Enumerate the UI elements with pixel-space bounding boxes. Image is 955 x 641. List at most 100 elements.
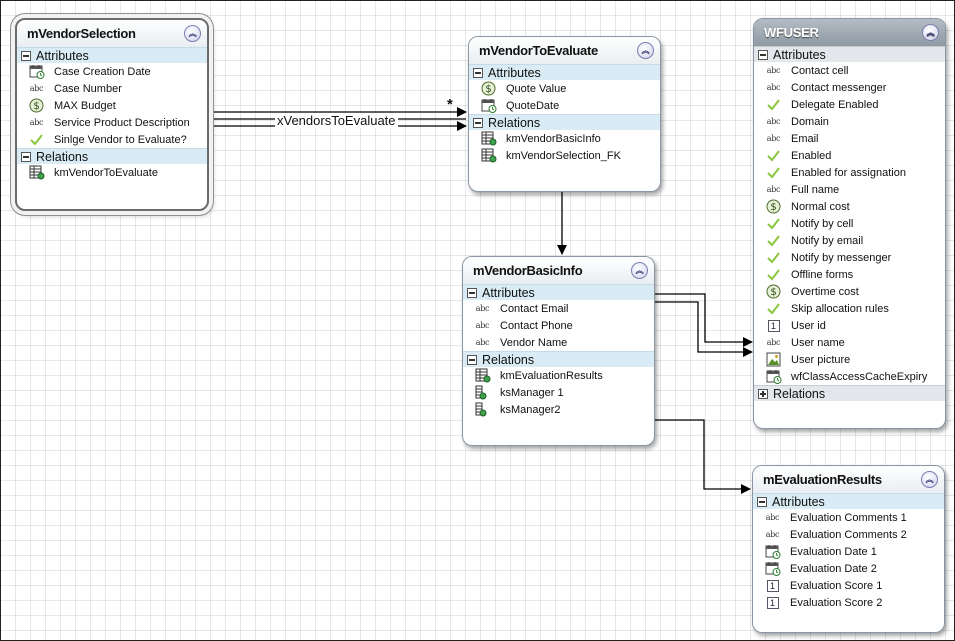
currency-icon: $: [28, 98, 45, 113]
boolean-check-icon: [28, 132, 45, 147]
text-icon: abc: [475, 321, 490, 330]
list-item-label: Quote Value: [506, 82, 567, 95]
list-item-label: wfClassAccessCacheExpiry: [791, 370, 928, 383]
entity-header[interactable]: mVendorToEvaluate ︽: [469, 37, 660, 64]
collapse-minus-icon[interactable]: [467, 354, 477, 365]
list-item[interactable]: abc User name: [754, 334, 945, 351]
section-relations[interactable]: Relations: [754, 385, 945, 401]
list-item[interactable]: Case Creation Date: [17, 63, 207, 80]
currency-icon: $: [480, 81, 497, 96]
list-item[interactable]: kmEvaluationResults: [463, 367, 654, 384]
list-item[interactable]: Notify by email: [754, 232, 945, 249]
collapse-minus-icon[interactable]: [21, 50, 31, 61]
list-item-label: ksManager 1: [500, 386, 564, 399]
list-item[interactable]: ksManager 1: [463, 384, 654, 401]
list-item-label: User name: [791, 336, 845, 349]
collapse-chevron-icon[interactable]: ︽: [637, 42, 654, 59]
list-item[interactable]: Notify by cell: [754, 215, 945, 232]
list-item[interactable]: abc Evaluation Comments 2: [753, 526, 944, 543]
list-item[interactable]: Delegate Enabled: [754, 96, 945, 113]
list-item[interactable]: abc Evaluation Comments 1: [753, 509, 944, 526]
list-item[interactable]: abc Vendor Name: [463, 334, 654, 351]
section-attributes[interactable]: Attributes: [754, 46, 945, 62]
list-item[interactable]: ksManager2: [463, 401, 654, 418]
list-item[interactable]: abc Full name: [754, 181, 945, 198]
connector-basicinfo-manager1: [655, 293, 753, 347]
section-relations[interactable]: Relations: [469, 114, 660, 130]
list-item[interactable]: 1 Evaluation Score 1: [753, 577, 944, 594]
list-item[interactable]: $ MAX Budget: [17, 97, 207, 114]
list-item[interactable]: Offline forms: [754, 266, 945, 283]
list-item[interactable]: 1 User id: [754, 317, 945, 334]
list-item[interactable]: $ Normal cost: [754, 198, 945, 215]
entity-header[interactable]: mEvaluationResults ︽: [753, 466, 944, 493]
entity-title: mVendorSelection: [27, 26, 136, 41]
list-item-label: QuoteDate: [506, 99, 560, 112]
list-item[interactable]: $ Quote Value: [469, 80, 660, 97]
collapse-chevron-icon[interactable]: ︽: [922, 24, 939, 41]
collapse-chevron-icon[interactable]: ︽: [921, 471, 938, 488]
list-item[interactable]: kmVendorSelection_FK: [469, 147, 660, 164]
collapse-minus-icon[interactable]: [21, 151, 31, 162]
collapse-chevron-icon[interactable]: ︽: [184, 25, 201, 42]
list-item[interactable]: kmVendorBasicInfo: [469, 130, 660, 147]
list-item[interactable]: abc Contact Phone: [463, 317, 654, 334]
collapse-minus-icon[interactable]: [758, 49, 768, 60]
list-item[interactable]: abc Email: [754, 130, 945, 147]
list-item-label: Enabled: [791, 149, 832, 162]
list-item-label: Skip allocation rules: [791, 302, 889, 315]
entity-mEvaluationResults[interactable]: mEvaluationResults ︽ Attributes abc Evalu…: [752, 465, 945, 633]
collapse-minus-icon[interactable]: [473, 117, 483, 128]
list-item[interactable]: abc Contact Email: [463, 300, 654, 317]
entity-mVendorToEvaluate[interactable]: mVendorToEvaluate ︽ Attributes $ Quote Va…: [468, 36, 661, 192]
entity-mVendorSelection[interactable]: mVendorSelection ︽ Attributes Case Creat…: [15, 18, 209, 211]
entity-header[interactable]: mVendorSelection ︽: [17, 20, 207, 47]
list-item-label: kmVendorBasicInfo: [506, 132, 601, 145]
svg-text:$: $: [770, 287, 776, 298]
section-attributes[interactable]: Attributes: [469, 64, 660, 80]
entity-header[interactable]: WFUSER ︽: [754, 19, 945, 46]
collapse-chevron-icon[interactable]: ︽: [631, 262, 648, 279]
expand-plus-icon[interactable]: [758, 388, 768, 399]
connector-basicinfo-evalresults: [655, 419, 751, 494]
section-attributes[interactable]: Attributes: [753, 493, 944, 509]
entity-WFUSER[interactable]: WFUSER ︽ Attributes abc Contact cell abc Co…: [753, 18, 946, 429]
section-attributes[interactable]: Attributes: [463, 284, 654, 300]
collapse-minus-icon[interactable]: [757, 496, 767, 507]
collapse-minus-icon[interactable]: [473, 67, 483, 78]
list-item[interactable]: abc Contact cell: [754, 62, 945, 79]
list-item[interactable]: Evaluation Date 2: [753, 560, 944, 577]
list-item[interactable]: 1 Evaluation Score 2: [753, 594, 944, 611]
list-item[interactable]: QuoteDate: [469, 97, 660, 114]
entity-mVendorBasicInfo[interactable]: mVendorBasicInfo ︽ Attributes abc Contact…: [462, 256, 655, 446]
list-item[interactable]: User picture: [754, 351, 945, 368]
list-item-label: Service Product Description: [54, 116, 190, 129]
list-item[interactable]: abc Domain: [754, 113, 945, 130]
list-item[interactable]: kmVendorToEvaluate: [17, 164, 207, 181]
list-item[interactable]: abc Contact messenger: [754, 79, 945, 96]
date-icon: [765, 369, 782, 384]
list-item[interactable]: abc Service Product Description: [17, 114, 207, 131]
list-item[interactable]: Evaluation Date 1: [753, 543, 944, 560]
list-item[interactable]: Skip allocation rules: [754, 300, 945, 317]
list-item-label: Evaluation Date 2: [790, 562, 877, 575]
list-item-label: Offline forms: [791, 268, 854, 281]
list-item-label: Notify by email: [791, 234, 864, 247]
text-icon: abc: [29, 84, 44, 93]
section-attributes[interactable]: Attributes: [17, 47, 207, 63]
collapse-minus-icon[interactable]: [467, 287, 477, 298]
list-item[interactable]: $ Overtime cost: [754, 283, 945, 300]
list-item[interactable]: Enabled: [754, 147, 945, 164]
list-item-label: Contact messenger: [791, 81, 887, 94]
list-item[interactable]: Enabled for assignation: [754, 164, 945, 181]
entity-header[interactable]: mVendorBasicInfo ︽: [463, 257, 654, 284]
list-item[interactable]: abc Case Number: [17, 80, 207, 97]
text-icon: abc: [766, 66, 781, 75]
section-relations[interactable]: Relations: [17, 148, 207, 164]
section-relations[interactable]: Relations: [463, 351, 654, 367]
date-icon: [764, 544, 781, 559]
list-item[interactable]: Sinlge Vendor to Evaluate?: [17, 131, 207, 148]
relation-table-icon: [480, 148, 497, 163]
list-item[interactable]: Notify by messenger: [754, 249, 945, 266]
list-item[interactable]: wfClassAccessCacheExpiry: [754, 368, 945, 385]
